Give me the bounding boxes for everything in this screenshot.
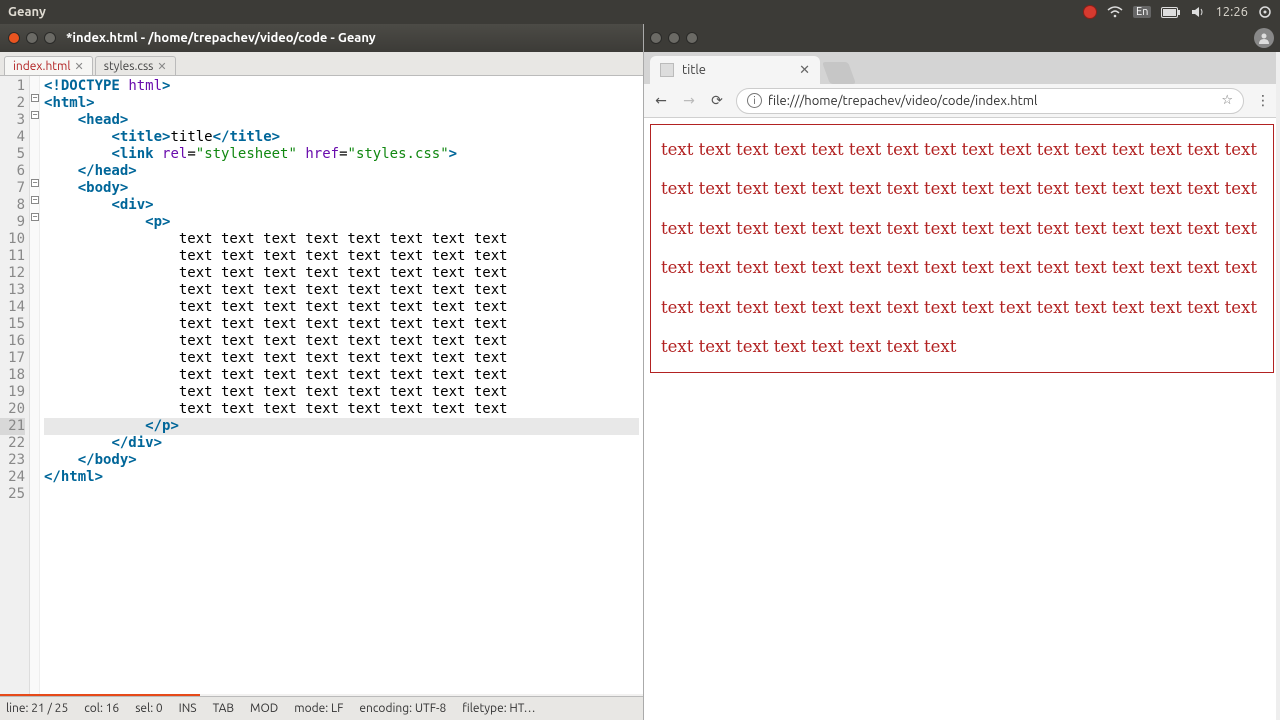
- fold-icon[interactable]: −: [31, 94, 39, 102]
- fold-icon[interactable]: −: [31, 179, 39, 187]
- record-icon[interactable]: [1083, 5, 1097, 19]
- demo-paragraph: text text text text text text text text …: [661, 139, 1263, 160]
- system-tray: En 12:26: [1083, 5, 1272, 19]
- demo-paragraph: text text text text text text text text …: [661, 257, 1263, 278]
- browser-viewport[interactable]: text text text text text text text text …: [644, 118, 1280, 720]
- file-tab-label: index.html: [13, 60, 71, 73]
- fold-icon[interactable]: −: [31, 213, 39, 221]
- maximize-icon[interactable]: [44, 32, 56, 44]
- browser-tab-title: title: [682, 63, 706, 77]
- forward-icon: →: [680, 92, 698, 109]
- site-info-icon[interactable]: i: [747, 93, 762, 108]
- favicon-icon: [660, 63, 674, 77]
- browser-tab[interactable]: title ✕: [650, 56, 820, 84]
- file-tab-styles-css[interactable]: styles.css ✕: [95, 56, 176, 75]
- system-topbar: Geany En 12:26: [0, 0, 1280, 24]
- minimize-icon[interactable]: [668, 32, 680, 44]
- bookmark-star-icon[interactable]: ☆: [1221, 93, 1233, 108]
- status-filetype: filetype: HT…: [462, 702, 535, 715]
- close-tab-icon[interactable]: ✕: [157, 60, 166, 73]
- minimize-icon[interactable]: [26, 32, 38, 44]
- battery-icon[interactable]: [1161, 7, 1181, 18]
- demo-paragraph: text text text text text text text text: [661, 336, 1263, 357]
- close-icon[interactable]: [650, 32, 662, 44]
- geany-titlebar[interactable]: *index.html - /home/trepachev/video/code…: [0, 24, 643, 52]
- sound-icon[interactable]: [1191, 6, 1205, 18]
- fold-icon[interactable]: −: [31, 196, 39, 204]
- address-bar-row: ← → ⟳ i file:///home/trepachev/video/cod…: [644, 84, 1280, 118]
- browser-tabstrip: title ✕: [644, 52, 1280, 84]
- back-icon[interactable]: ←: [652, 92, 670, 109]
- status-bar: line: 21 / 25 col: 16 sel: 0 INS TAB MOD…: [0, 696, 643, 720]
- user-avatar-icon[interactable]: [1254, 28, 1274, 48]
- geany-window-title: *index.html - /home/trepachev/video/code…: [66, 31, 376, 45]
- status-line: line: 21 / 25: [6, 702, 68, 715]
- close-tab-icon[interactable]: ✕: [75, 60, 84, 73]
- status-mod: MOD: [250, 702, 278, 715]
- status-mode: mode: LF: [294, 702, 343, 715]
- demo-paragraph: text text text text text text text text …: [661, 178, 1263, 199]
- clock[interactable]: 12:26: [1215, 5, 1248, 19]
- wifi-icon[interactable]: [1107, 6, 1123, 18]
- browser-window: title ✕ ← → ⟳ i file:///home/trepachev/v…: [644, 24, 1280, 720]
- file-tabs: index.html ✕ styles.css ✕: [0, 52, 643, 76]
- status-encoding: encoding: UTF-8: [359, 702, 446, 715]
- code-content[interactable]: <!DOCTYPE html> <html> <head> <title>tit…: [40, 76, 643, 694]
- menu-icon[interactable]: ⋮: [1254, 92, 1272, 109]
- address-bar[interactable]: i file:///home/trepachev/video/code/inde…: [736, 88, 1244, 114]
- status-tab: TAB: [213, 702, 234, 715]
- close-icon[interactable]: [8, 32, 20, 44]
- fold-icon[interactable]: −: [31, 111, 39, 119]
- status-ins: INS: [179, 702, 197, 715]
- right-edge-cut: [1276, 52, 1280, 720]
- url-text: file:///home/trepachev/video/code/index.…: [768, 94, 1037, 108]
- demo-paragraph: text text text text text text text text …: [661, 218, 1263, 239]
- topbar-app-label: Geany: [8, 5, 1083, 19]
- status-col: col: 16: [84, 702, 119, 715]
- workspace: *index.html - /home/trepachev/video/code…: [0, 24, 1280, 720]
- close-tab-icon[interactable]: ✕: [799, 63, 810, 78]
- browser-titlebar[interactable]: [644, 24, 1280, 52]
- maximize-icon[interactable]: [686, 32, 698, 44]
- reload-icon[interactable]: ⟳: [708, 92, 726, 109]
- status-sel: sel: 0: [135, 702, 162, 715]
- editor-area[interactable]: 1 2 3 4 5 6 7 8 9 10 11 12 13 14 15 16 1…: [0, 76, 643, 694]
- gear-icon[interactable]: [1258, 5, 1272, 19]
- demo-bordered-div: text text text text text text text text …: [650, 124, 1274, 373]
- line-gutter: 1 2 3 4 5 6 7 8 9 10 11 12 13 14 15 16 1…: [0, 76, 30, 694]
- file-tab-label: styles.css: [104, 60, 154, 73]
- file-tab-index-html[interactable]: index.html ✕: [4, 56, 93, 75]
- lang-indicator[interactable]: En: [1133, 6, 1151, 18]
- demo-paragraph: text text text text text text text text …: [661, 297, 1263, 318]
- new-tab-button[interactable]: [822, 62, 856, 84]
- geany-window: *index.html - /home/trepachev/video/code…: [0, 24, 644, 720]
- fold-column[interactable]: − − − − −: [30, 76, 40, 694]
